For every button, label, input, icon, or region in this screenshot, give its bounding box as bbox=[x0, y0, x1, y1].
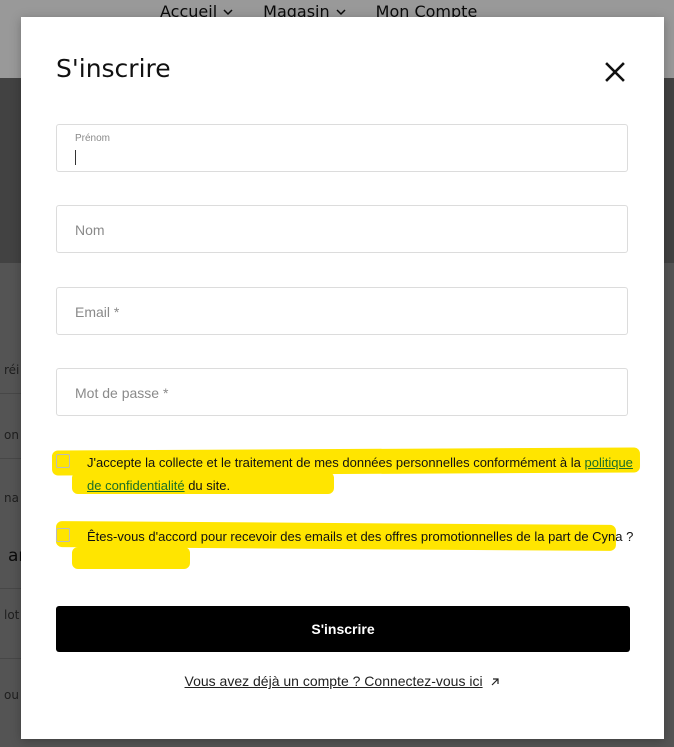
close-icon bbox=[605, 62, 625, 82]
signup-modal: S'inscrire Prénom Nom Email * Mot de pas… bbox=[21, 17, 664, 739]
first-name-field[interactable]: Prénom bbox=[56, 124, 628, 172]
password-label: Mot de passe * bbox=[75, 385, 169, 401]
login-link-row: Vous avez déjà un compte ? Connectez-vou… bbox=[21, 673, 664, 689]
close-button[interactable] bbox=[604, 61, 626, 83]
email-label: Email * bbox=[75, 304, 120, 320]
privacy-consent-checkbox[interactable] bbox=[56, 454, 70, 468]
privacy-consent-text: J'accepte la collecte et le traitement d… bbox=[87, 455, 633, 493]
last-name-label: Nom bbox=[75, 222, 105, 238]
first-name-label: Prénom bbox=[75, 133, 111, 144]
modal-title: S'inscrire bbox=[56, 54, 171, 83]
login-link[interactable]: Vous avez déjà un compte ? Connectez-vou… bbox=[185, 673, 483, 689]
email-field[interactable]: Email * bbox=[56, 287, 628, 335]
signup-submit-button[interactable]: S'inscrire bbox=[56, 606, 630, 652]
highlight-mark bbox=[72, 547, 190, 569]
text-cursor bbox=[75, 150, 76, 165]
external-arrow-icon bbox=[492, 678, 500, 686]
marketing-consent-checkbox[interactable] bbox=[56, 528, 70, 542]
last-name-field[interactable]: Nom bbox=[56, 205, 628, 253]
password-field[interactable]: Mot de passe * bbox=[56, 368, 628, 416]
marketing-consent-text: Êtes-vous d'accord pour recevoir des ema… bbox=[87, 529, 634, 544]
